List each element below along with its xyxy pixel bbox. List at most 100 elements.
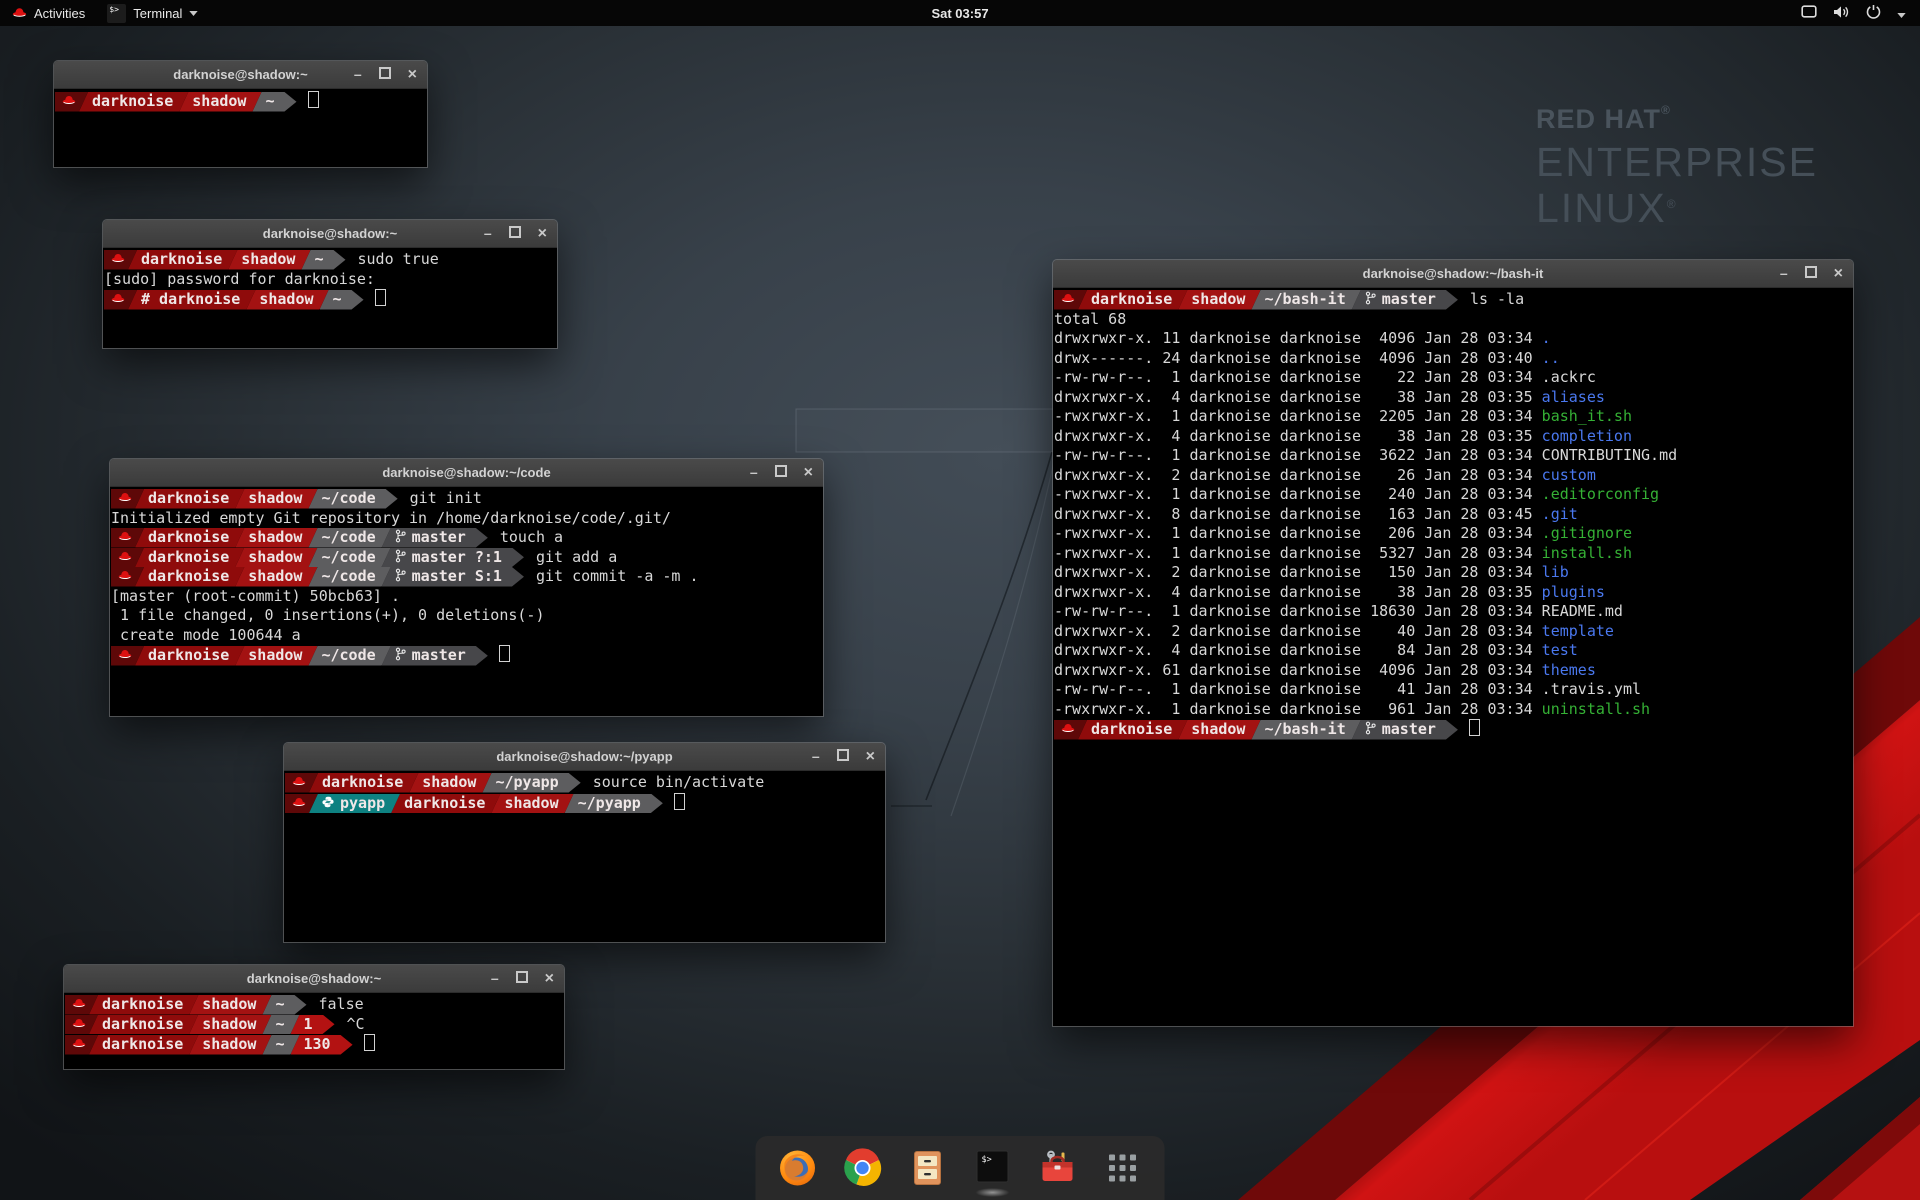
prompt-line: darknoiseshadow~/codemaster S:1git commi… [111, 567, 823, 587]
redhat-icon [118, 531, 132, 541]
terminal-output-line: [sudo] password for darknoise: [104, 270, 557, 290]
prompt-path-segment: ~/code [308, 646, 390, 666]
prompt-git-segment: master [1352, 720, 1458, 740]
git-branch-icon [395, 568, 406, 582]
redhat-icon [1061, 723, 1075, 733]
window-titlebar[interactable]: darknoise@shadow:~/code–× [110, 459, 823, 487]
close-button[interactable]: × [538, 220, 547, 247]
close-button[interactable]: × [408, 61, 417, 88]
svg-text:$>: $> [982, 1155, 992, 1165]
terminal-content[interactable]: darknoiseshadow~sudo true[sudo] password… [103, 248, 557, 348]
maximize-button[interactable] [775, 459, 787, 486]
terminal-output-line: drwxrwxr-x. 4 darknoise darknoise 84 Jan… [1054, 641, 1853, 661]
menu-caret-icon [189, 11, 198, 16]
dock-item-files[interactable] [908, 1148, 948, 1188]
window-titlebar[interactable]: darknoise@shadow:~–× [54, 61, 427, 89]
window-titlebar[interactable]: darknoise@shadow:~/bash-it–× [1053, 260, 1853, 288]
display-icon[interactable] [1801, 5, 1817, 21]
redhat-logo-icon [12, 6, 27, 21]
prompt-user-segment: darknoise [89, 1035, 198, 1055]
minimize-button[interactable]: – [812, 743, 820, 770]
prompt-line: darknoiseshadow~/bash-itmasterls -la [1054, 290, 1853, 310]
git-branch-icon [1365, 721, 1376, 735]
prompt-host-segment: shadow [1178, 720, 1260, 740]
typed-command: git add a [536, 548, 617, 566]
minimize-button[interactable]: – [491, 965, 499, 992]
prompt-user-segment: darknoise [89, 995, 198, 1015]
terminal-cursor [308, 91, 319, 108]
terminal-window-home-1: darknoise@shadow:~–×darknoiseshadow~ [54, 61, 427, 167]
terminal-output-line: drwxrwxr-x. 2 darknoise darknoise 150 Ja… [1054, 563, 1853, 583]
maximize-button[interactable] [509, 220, 521, 247]
terminal-content[interactable]: darknoiseshadow~/bash-itmasterls -latota… [1053, 288, 1853, 1026]
terminal-content[interactable]: darknoiseshadow~falsedarknoiseshadow~1^C… [64, 993, 564, 1069]
ls-entry-meta: drwxrwxr-x. 8 darknoise darknoise 163 Ja… [1054, 505, 1542, 523]
window-titlebar[interactable]: darknoise@shadow:~–× [103, 220, 557, 248]
maximize-button[interactable] [1805, 260, 1817, 287]
ls-entry-name: .git [1542, 505, 1578, 523]
prompt-host-segment: shadow [179, 92, 261, 112]
dock-item-chrome[interactable] [843, 1148, 883, 1188]
ls-entry-name: test [1542, 641, 1578, 659]
maximize-icon [516, 971, 528, 983]
git-branch-icon [1365, 291, 1376, 305]
ls-entry-meta: -rwxrwxr-x. 1 darknoise darknoise 240 Ja… [1054, 485, 1542, 503]
close-button[interactable]: × [804, 459, 813, 486]
ls-entry-name: custom [1542, 466, 1596, 484]
brand-enterprise: ENTERPRISE [1536, 142, 1818, 183]
activities-button[interactable]: Activities [0, 0, 97, 26]
redhat-icon [1061, 293, 1075, 303]
terminal-content[interactable]: darknoiseshadow~/pyappsource bin/activat… [284, 771, 885, 942]
prompt-line: darknoiseshadow~130 [65, 1034, 564, 1054]
prompt-path-segment: ~/pyapp [565, 794, 663, 814]
terminal-content[interactable]: darknoiseshadow~/codegit initInitialized… [110, 487, 823, 716]
maximize-button[interactable] [379, 61, 391, 88]
redhat-icon [111, 293, 125, 303]
prompt-line: darknoiseshadow~false [65, 995, 564, 1015]
terminal-output-line: -rwxrwxr-x. 1 darknoise darknoise 2205 J… [1054, 407, 1853, 427]
ls-entry-meta: drwxrwxr-x. 4 darknoise darknoise 38 Jan… [1054, 583, 1542, 601]
typed-command: sudo true [358, 250, 439, 268]
minimize-button[interactable]: – [1780, 260, 1788, 287]
terminal-window-sudo: darknoise@shadow:~–×darknoiseshadow~sudo… [103, 220, 557, 348]
close-button[interactable]: × [1834, 260, 1843, 287]
prompt-git-segment: master S:1 [382, 567, 524, 587]
chevron-down-icon[interactable] [1897, 6, 1906, 21]
clock[interactable]: Sat 03:57 [0, 6, 1920, 21]
terminal-window-pyapp: darknoise@shadow:~/pyapp– ×darknoiseshado… [284, 743, 885, 942]
minimize-button[interactable]: – [750, 459, 758, 486]
prompt-path-segment: ~/code [308, 548, 390, 568]
minimize-button[interactable]: – [484, 220, 492, 247]
prompt-path-segment: ~/code [308, 528, 390, 548]
power-icon[interactable] [1866, 4, 1881, 22]
ls-entry-meta: drwxrwxr-x. 11 darknoise darknoise 4096 … [1054, 329, 1542, 347]
dock-item-firefox[interactable] [778, 1148, 818, 1188]
maximize-icon [837, 749, 849, 761]
prompt-host-segment: shadow [189, 1015, 271, 1035]
brand-red-hat: RED HAT® [1536, 104, 1818, 133]
window-titlebar[interactable]: darknoise@shadow:~–× [64, 965, 564, 993]
terminal-window-home-2: darknoise@shadow:~–×darknoiseshadow~fals… [64, 965, 564, 1069]
minimize-button[interactable]: – [354, 61, 362, 88]
terminal-output-line: -rwxrwxr-x. 1 darknoise darknoise 961 Ja… [1054, 700, 1853, 720]
window-titlebar[interactable]: darknoise@shadow:~/pyapp– × [284, 743, 885, 771]
maximize-button[interactable] [516, 965, 528, 992]
app-menu[interactable]: $> Terminal [97, 0, 208, 26]
terminal-content[interactable]: darknoiseshadow~ [54, 89, 427, 167]
dock-item-toolbox[interactable] [1038, 1148, 1078, 1188]
prompt-host-segment: shadow [189, 1035, 271, 1055]
close-button[interactable]: × [545, 965, 554, 992]
maximize-icon [509, 226, 521, 238]
volume-icon[interactable] [1833, 5, 1850, 22]
dock-item-app-grid[interactable] [1103, 1148, 1143, 1188]
ls-entry-meta: drwxrwxr-x. 2 darknoise darknoise 150 Ja… [1054, 563, 1542, 581]
close-button[interactable]: × [866, 743, 875, 770]
prompt-path-segment: ~/pyapp [482, 773, 580, 793]
maximize-button[interactable] [837, 743, 849, 770]
git-branch-icon [395, 647, 406, 661]
dock-item-terminal[interactable]: $> [973, 1148, 1013, 1188]
ls-entry-meta: -rw-rw-r--. 1 darknoise darknoise 18630 … [1054, 602, 1542, 620]
prompt-user-segment: darknoise [135, 646, 244, 666]
window-title: darknoise@shadow:~/pyapp [284, 743, 885, 770]
ls-entry-meta: -rw-rw-r--. 1 darknoise darknoise 41 Jan… [1054, 680, 1542, 698]
